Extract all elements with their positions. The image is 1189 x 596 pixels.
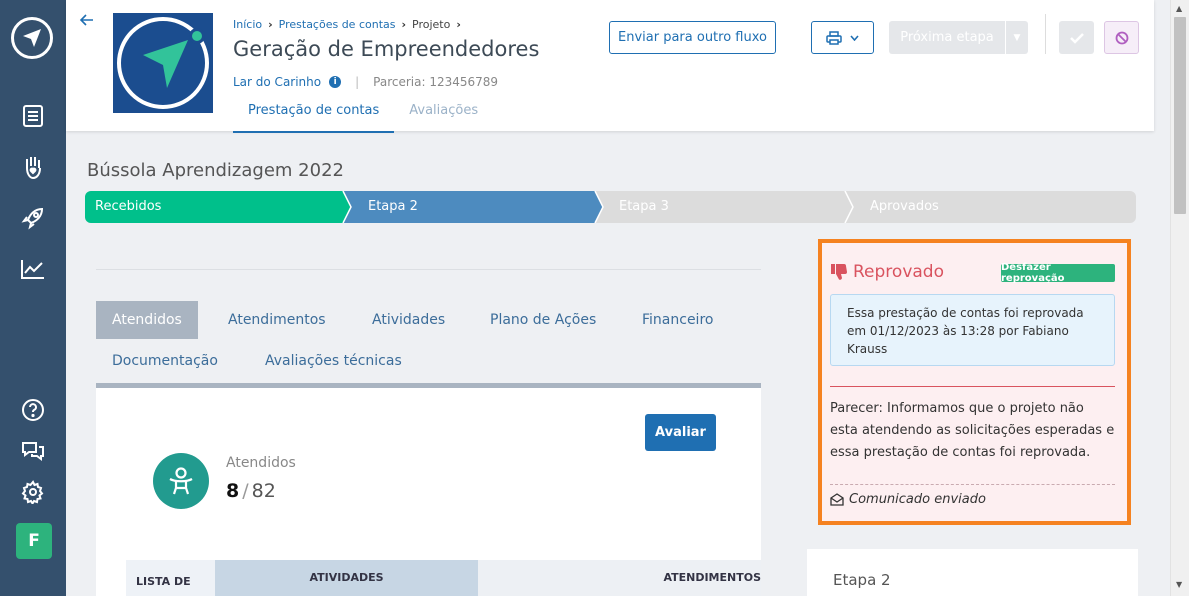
scrollbar[interactable]: ▲ ▼ (1170, 0, 1189, 596)
approve-button[interactable] (1059, 21, 1094, 54)
next-stage-button[interactable]: Próxima etapa ▼ (889, 21, 1028, 54)
reject-button[interactable] (1104, 21, 1139, 54)
tab-avaliacoes-tecnicas[interactable]: Avaliações técnicas (249, 342, 418, 380)
compass-logo-icon[interactable] (11, 17, 53, 59)
step-label-etapa-3[interactable]: Etapa 3 (619, 199, 669, 214)
header-tabs: Prestação de contas Avaliações (233, 99, 493, 133)
envelope-open-icon (830, 493, 844, 506)
atendidos-card: Avaliar Atendidos 8/82 LISTA DE ATIVIDAD… (96, 388, 761, 596)
print-button[interactable] (811, 21, 874, 54)
scroll-up-icon[interactable]: ▲ (1176, 4, 1182, 13)
divider (96, 269, 761, 270)
thumbs-down-icon (831, 264, 847, 280)
tab-plano-de-acoes[interactable]: Plano de Ações (474, 301, 612, 339)
scrollbar-thumb[interactable] (1174, 17, 1186, 214)
partnership-id: Parceria: 123456789 (373, 75, 499, 89)
rejection-title: Reprovado (853, 262, 944, 282)
communication-sent: Comunicado enviado (830, 492, 986, 507)
project-logo (113, 13, 213, 113)
stage-stepper: Recebidos Etapa 2 Etapa 3 Aprovados (85, 191, 1136, 223)
scroll-down-icon[interactable]: ▼ (1176, 580, 1182, 589)
info-icon[interactable]: i (329, 76, 342, 88)
project-header: Início › Prestações de contas › Projeto … (66, 0, 1154, 133)
breadcrumb-home[interactable]: Início (233, 18, 262, 31)
tab-atendimentos[interactable]: Atendimentos (212, 301, 342, 339)
chat-icon[interactable] (19, 436, 47, 464)
communication-sent-label: Comunicado enviado (849, 492, 986, 507)
column-header: LISTA DE (126, 560, 215, 596)
separator: / (242, 480, 249, 502)
tab-documentacao[interactable]: Documentação (96, 342, 234, 380)
step-label-etapa-2[interactable]: Etapa 2 (368, 199, 418, 214)
hand-heart-icon[interactable] (19, 153, 47, 181)
chevron-down-icon[interactable]: ▼ (1005, 21, 1028, 54)
divider: | (355, 75, 360, 89)
toolbar-divider (1045, 14, 1046, 54)
program-title: Bússola Aprendizagem 2022 (87, 160, 344, 181)
atendidos-count: 8/82 (226, 480, 276, 502)
atendidos-value: 8 (226, 480, 240, 502)
divider (830, 386, 1115, 387)
document-icon[interactable] (19, 102, 47, 130)
tab-atividades[interactable]: Atividades (356, 301, 461, 339)
evaluate-button[interactable]: Avaliar (645, 414, 716, 451)
rocket-icon[interactable] (19, 204, 47, 232)
divider (830, 484, 1115, 485)
step-label-recebidos[interactable]: Recebidos (95, 199, 161, 214)
send-to-flow-button[interactable]: Enviar para outro fluxo (609, 21, 776, 54)
step-label-aprovados[interactable]: Aprovados (870, 199, 939, 214)
gear-icon[interactable] (19, 478, 47, 506)
ban-icon (1115, 31, 1128, 44)
chevron-right-icon: › (456, 18, 461, 31)
rejection-message: Essa prestação de contas foi reprovada e… (830, 294, 1115, 366)
chevron-right-icon: › (268, 18, 273, 31)
table-header: LISTA DE ATIVIDADES ATENDIMENTOS (126, 560, 761, 596)
column-header: ATIVIDADES (215, 560, 478, 596)
help-icon[interactable] (19, 396, 47, 424)
chevron-down-icon (850, 34, 859, 41)
rejection-parecer: Parecer: Informamos que o projeto não es… (830, 401, 1115, 460)
back-arrow-icon[interactable] (79, 12, 95, 32)
avatar[interactable]: F (16, 523, 52, 559)
stage-card: Etapa 2 (807, 549, 1138, 596)
rejection-header: Reprovado (830, 262, 944, 282)
tab-prestacao-de-contas[interactable]: Prestação de contas (233, 99, 395, 133)
undo-rejection-button[interactable]: Desfazer reprovação (1001, 262, 1115, 284)
column-header: ATENDIMENTOS (478, 560, 761, 596)
rejection-panel: Reprovado Desfazer reprovação Essa prest… (818, 239, 1131, 525)
sidebar: F (0, 0, 66, 596)
next-stage-label: Próxima etapa (900, 30, 994, 45)
person-icon (153, 453, 209, 509)
tab-avaliacoes[interactable]: Avaliações (394, 99, 493, 133)
stage-card-title: Etapa 2 (833, 571, 891, 589)
atendidos-total: 82 (251, 480, 276, 502)
chart-icon[interactable] (19, 255, 47, 283)
breadcrumb-accounts[interactable]: Prestações de contas (279, 18, 396, 31)
tab-atendidos[interactable]: Atendidos (96, 301, 198, 339)
organization-link[interactable]: Lar do Carinho (233, 75, 321, 89)
printer-icon (826, 30, 842, 45)
tab-financeiro[interactable]: Financeiro (626, 301, 729, 339)
check-icon (1069, 32, 1084, 44)
chevron-right-icon: › (401, 18, 407, 31)
project-meta: Lar do Carinho i | Parceria: 123456789 (233, 75, 498, 89)
page-title: Geração de Empreendedores (233, 37, 540, 61)
breadcrumb: Início › Prestações de contas › Projeto … (233, 18, 461, 31)
breadcrumb-project[interactable]: Projeto (412, 18, 450, 31)
atendidos-label: Atendidos (226, 455, 296, 471)
